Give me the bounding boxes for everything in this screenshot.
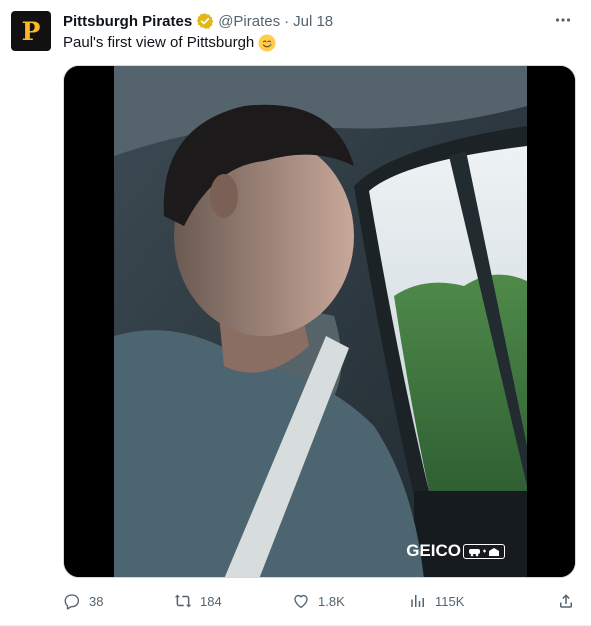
views-count: 115K	[435, 593, 465, 609]
more-options-button[interactable]	[553, 10, 573, 30]
avatar-logo-letter: P	[21, 16, 41, 46]
like-button[interactable]: 1.8K	[292, 590, 345, 612]
geico-logo-text: GEICO	[406, 541, 461, 560]
verified-badge-icon[interactable]	[196, 12, 214, 30]
geico-watermark: GEICO	[406, 541, 505, 561]
timestamp[interactable]: Jul 18	[293, 13, 333, 30]
avatar[interactable]: P	[11, 11, 51, 51]
car-home-icon	[463, 543, 505, 559]
share-icon	[560, 594, 572, 608]
reply-count: 38	[89, 593, 104, 609]
action-bar: 38 184 1.8K 115K	[63, 590, 579, 612]
heart-icon	[294, 594, 308, 609]
tweet-body: Paul's first view of Pittsburgh	[63, 34, 255, 51]
views-chart-icon	[411, 595, 424, 607]
repost-icon	[174, 594, 192, 608]
smiling-face-with-tear-icon	[258, 34, 276, 52]
like-count: 1.8K	[318, 593, 345, 609]
tweet-header: Pittsburgh Pirates @Pirates · Jul 18	[63, 11, 333, 31]
reply-icon	[64, 594, 80, 610]
video-frame	[64, 66, 575, 577]
views-button[interactable]: 115K	[409, 590, 464, 612]
display-name[interactable]: Pittsburgh Pirates	[63, 13, 192, 30]
user-handle[interactable]: @Pirates	[218, 13, 280, 30]
more-dots-icon	[555, 18, 571, 22]
separator-dot: ·	[284, 12, 290, 30]
share-button[interactable]	[557, 590, 583, 612]
reply-button[interactable]: 38	[63, 590, 103, 612]
repost-count: 184	[200, 593, 222, 609]
video-player[interactable]: GEICO	[63, 65, 576, 578]
tweet-text: Paul's first view of Pittsburgh	[63, 33, 276, 53]
repost-button[interactable]: 184	[174, 590, 222, 612]
tweet-card[interactable]: P Pittsburgh Pirates @Pirates · Jul 18 P…	[0, 0, 591, 626]
